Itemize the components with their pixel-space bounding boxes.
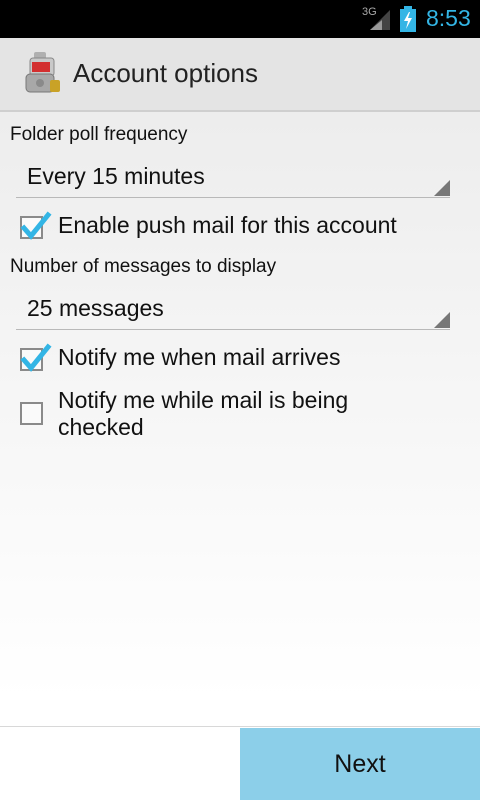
status-bar: 3G 8:53 xyxy=(0,0,480,38)
poll-frequency-value: Every 15 minutes xyxy=(27,163,205,189)
clock: 8:53 xyxy=(426,5,471,31)
poll-frequency-label: Folder poll frequency xyxy=(10,124,188,145)
page-title: Account options xyxy=(73,58,259,88)
battery-charging-icon xyxy=(399,6,417,36)
signal-icon xyxy=(368,8,392,34)
dropdown-arrow-icon xyxy=(434,312,450,328)
message-count-spinner[interactable]: 25 messages xyxy=(16,285,450,330)
notify-check-checkbox[interactable] xyxy=(20,402,43,425)
title-bar: Account options xyxy=(0,38,480,112)
checkmark-icon xyxy=(20,343,52,372)
notify-check-option[interactable]: Notify me while mail is being checked xyxy=(20,387,460,457)
mail-app-icon xyxy=(20,50,64,102)
notify-arrive-option[interactable]: Notify me when mail arrives xyxy=(20,343,460,376)
dropdown-arrow-icon xyxy=(434,180,450,196)
notify-arrive-checkbox[interactable] xyxy=(20,343,52,372)
push-mail-label: Enable push mail for this account xyxy=(58,212,397,238)
next-button[interactable]: Next xyxy=(240,728,480,800)
message-count-label: Number of messages to display xyxy=(10,256,277,277)
push-mail-checkbox[interactable] xyxy=(20,211,52,240)
push-mail-option[interactable]: Enable push mail for this account xyxy=(20,211,460,244)
notify-check-label: Notify me while mail is being checked xyxy=(58,387,349,440)
poll-frequency-spinner[interactable]: Every 15 minutes xyxy=(16,153,450,198)
checkmark-icon xyxy=(20,211,52,240)
notify-arrive-label: Notify me when mail arrives xyxy=(58,344,341,370)
message-count-value: 25 messages xyxy=(27,295,164,321)
